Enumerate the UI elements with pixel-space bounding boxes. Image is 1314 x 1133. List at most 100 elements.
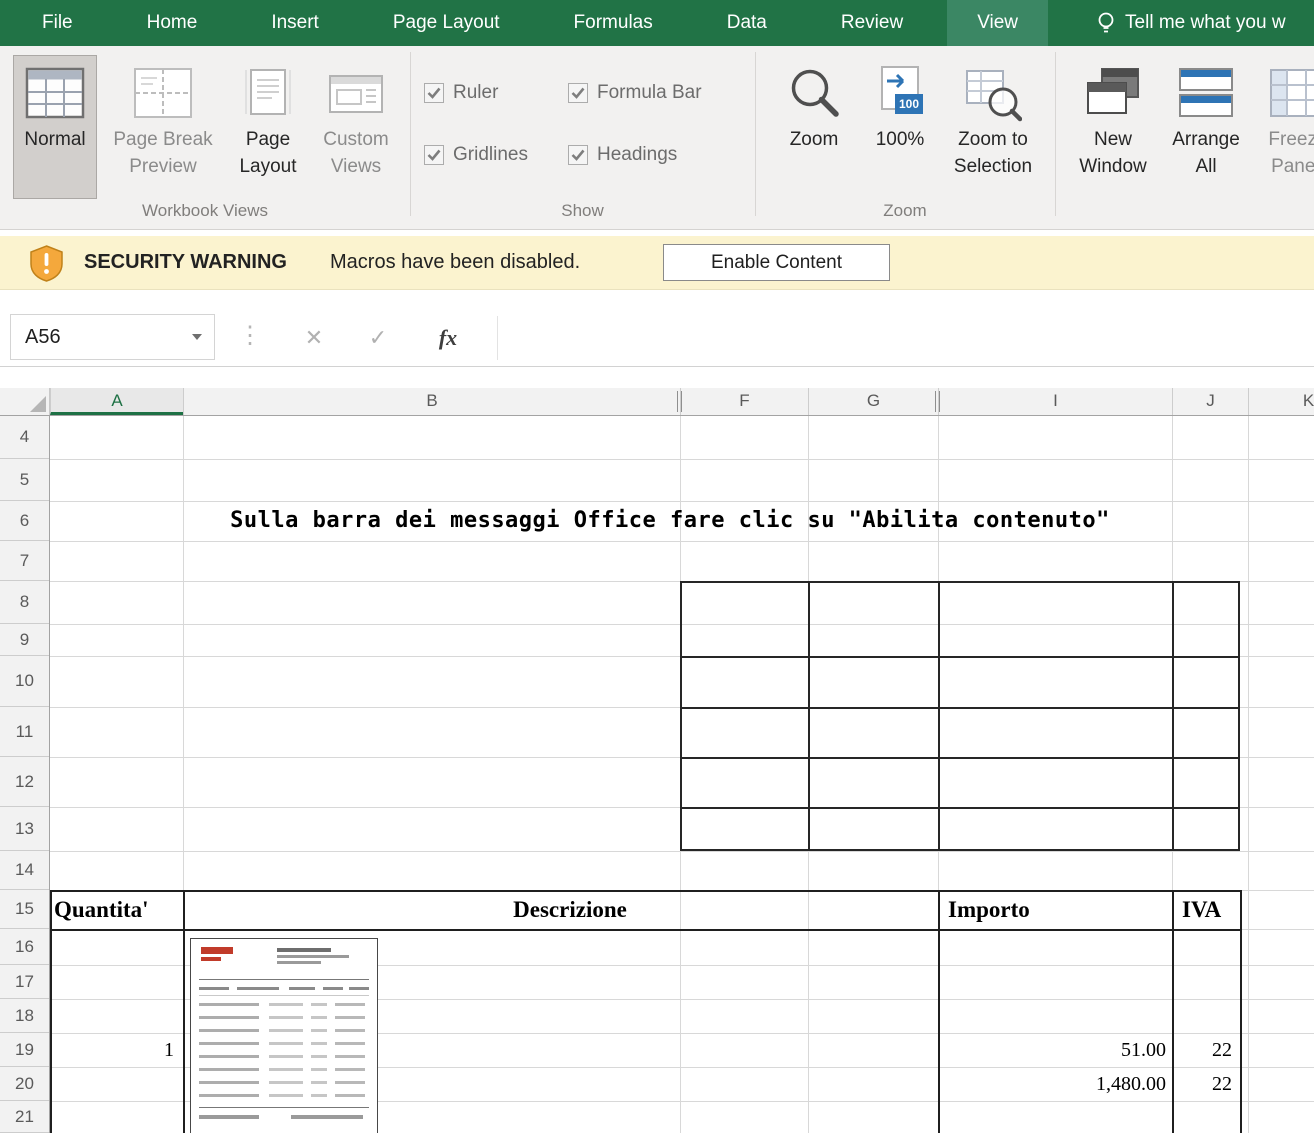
zoom-button[interactable]: Zoom <box>770 56 858 198</box>
zoom-to-selection-button[interactable]: Zoom to Selection <box>942 56 1044 198</box>
cell-j20[interactable]: 22 <box>1174 1067 1232 1101</box>
row-header-7[interactable]: 7 <box>0 541 49 581</box>
row-header-16[interactable]: 16 <box>0 929 49 965</box>
cell-i19[interactable]: 51.00 <box>940 1033 1166 1067</box>
page-break-preview-icon <box>133 60 193 126</box>
row-header-15[interactable]: 15 <box>0 890 49 929</box>
bordered-table-f8-j13[interactable] <box>680 581 1240 851</box>
freeze-panes-icon <box>1269 60 1314 126</box>
zoom-label: Zoom <box>790 126 839 153</box>
invoice-content-line <box>199 1003 259 1006</box>
arrange-all-button[interactable]: Arrange All <box>1160 56 1252 198</box>
invoice-content-line <box>323 987 343 990</box>
invoice-content-line <box>199 1068 259 1071</box>
spreadsheet[interactable]: ABFGIJK 456789101112131415161718192021 S… <box>0 388 1314 1133</box>
row-header-11[interactable]: 11 <box>0 707 49 757</box>
ribbon-tabs: File Home Insert Page Layout Formulas Data Rev… <box>0 0 1048 46</box>
enter-icon[interactable]: ✓ <box>356 310 400 366</box>
invoice-content-line <box>291 1115 363 1119</box>
name-box-dropdown-icon[interactable] <box>192 334 202 340</box>
zoom-100-button[interactable]: 100 100% <box>862 56 938 198</box>
cell-j19[interactable]: 22 <box>1174 1033 1232 1067</box>
cancel-icon[interactable]: ✕ <box>292 310 336 366</box>
table-border <box>682 757 1238 759</box>
row-header-4[interactable]: 4 <box>0 416 49 459</box>
row-header-18[interactable]: 18 <box>0 999 49 1033</box>
header-descrizione[interactable]: Descrizione <box>200 892 940 928</box>
zoom-100-label: 100% <box>876 126 925 153</box>
row-header-19[interactable]: 19 <box>0 1033 49 1067</box>
cell-i20[interactable]: 1,480.00 <box>940 1067 1166 1101</box>
column-header-G[interactable]: G <box>808 388 938 415</box>
column-header-B[interactable]: B <box>183 388 680 415</box>
invoice-content-line <box>199 979 369 980</box>
invoice-content-line <box>269 1042 303 1045</box>
select-all-button[interactable] <box>0 388 50 415</box>
menu-tab-file[interactable]: File <box>12 0 103 46</box>
security-warning-title: SECURITY WARNING <box>84 236 287 289</box>
menu-tab-view[interactable]: View <box>947 0 1048 46</box>
invoice-content-line <box>311 1016 327 1019</box>
group-divider <box>410 52 411 216</box>
column-header-K[interactable]: K <box>1248 388 1314 415</box>
menu-tab-insert[interactable]: Insert <box>241 0 349 46</box>
menu-tab-data[interactable]: Data <box>697 0 797 46</box>
custom-views-button[interactable]: Custom Views <box>310 56 402 198</box>
new-window-button[interactable]: New Window <box>1072 56 1154 198</box>
gridline-h <box>50 851 1314 852</box>
excel-window: { "menubar": { "tabs": [ {"label": "File… <box>0 0 1314 1133</box>
row-header-9[interactable]: 9 <box>0 624 49 656</box>
invoice-content-line <box>269 1029 303 1032</box>
select-all-triangle-icon <box>30 396 46 412</box>
column-header-F[interactable]: F <box>680 388 808 415</box>
embedded-invoice-image[interactable] <box>190 938 378 1133</box>
invoice-content-line <box>199 1042 259 1045</box>
row-header-5[interactable]: 5 <box>0 459 49 501</box>
normal-view-button[interactable]: Normal <box>14 56 96 198</box>
ribbon-tab-bar: File Home Insert Page Layout Formulas Data Rev… <box>0 0 1314 46</box>
cell-a19[interactable]: 1 <box>52 1033 174 1067</box>
row-header-20[interactable]: 20 <box>0 1067 49 1101</box>
security-shield-icon <box>30 245 63 287</box>
header-importo[interactable]: Importo <box>948 892 1148 928</box>
row-header-17[interactable]: 17 <box>0 965 49 999</box>
insert-function-icon[interactable]: fx <box>424 310 472 366</box>
column-header-A[interactable]: A <box>50 388 183 415</box>
column-header-J[interactable]: J <box>1172 388 1248 415</box>
formula-bar-drag-handle[interactable]: ⋮ <box>238 310 262 362</box>
column-headers: ABFGIJK <box>0 388 1314 416</box>
gridlines-checkbox[interactable]: Gridlines <box>424 144 528 166</box>
formula-input[interactable] <box>498 310 1314 366</box>
name-box[interactable]: A56 <box>10 314 215 360</box>
invoice-content-line <box>277 955 349 958</box>
column-header-I[interactable]: I <box>938 388 1172 415</box>
header-quantita[interactable]: Quantita' <box>54 892 180 928</box>
invoice-content-line <box>349 987 369 990</box>
tell-me-box[interactable]: Tell me what you w <box>1096 0 1314 46</box>
invoice-content-line <box>335 1094 365 1097</box>
row-header-21[interactable]: 21 <box>0 1101 49 1133</box>
formula-bar-checkbox[interactable]: Formula Bar <box>568 82 702 104</box>
menu-tab-home[interactable]: Home <box>117 0 228 46</box>
cell-b6-banner-text[interactable]: Sulla barra dei messaggi Office fare cli… <box>190 501 1150 541</box>
security-warning-bar: SECURITY WARNING Macros have been disabl… <box>0 236 1314 290</box>
headings-checkbox[interactable]: Headings <box>568 144 677 166</box>
row-header-13[interactable]: 13 <box>0 807 49 851</box>
page-layout-view-button[interactable]: Page Layout <box>230 56 306 198</box>
menu-tab-page-layout[interactable]: Page Layout <box>363 0 530 46</box>
menu-tab-formulas[interactable]: Formulas <box>544 0 683 46</box>
enable-content-button[interactable]: Enable Content <box>663 244 890 281</box>
row-header-12[interactable]: 12 <box>0 757 49 807</box>
group-label-zoom: Zoom <box>755 201 1055 221</box>
header-iva[interactable]: IVA <box>1182 892 1238 928</box>
invoice-content-line <box>335 1029 365 1032</box>
menu-tab-review[interactable]: Review <box>811 0 933 46</box>
freeze-panes-button[interactable]: Freeze Panes <box>1252 56 1314 198</box>
invoice-content-line <box>199 1055 259 1058</box>
row-header-14[interactable]: 14 <box>0 851 49 890</box>
row-header-6[interactable]: 6 <box>0 501 49 541</box>
ruler-checkbox[interactable]: Ruler <box>424 82 498 104</box>
page-break-preview-button[interactable]: Page Break Preview <box>102 56 224 198</box>
row-header-10[interactable]: 10 <box>0 656 49 707</box>
row-header-8[interactable]: 8 <box>0 581 49 624</box>
